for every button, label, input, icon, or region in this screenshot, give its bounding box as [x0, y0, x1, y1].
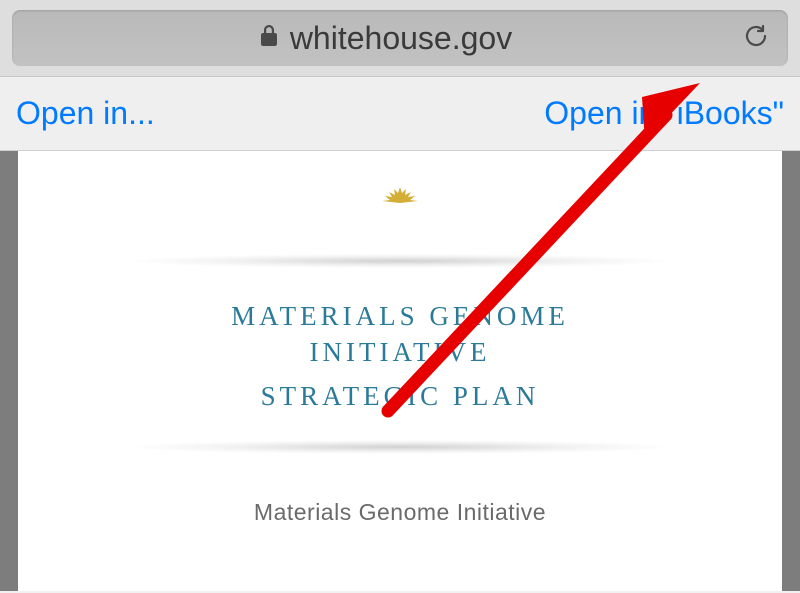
url-display: whitehouse.gov	[30, 20, 742, 57]
document-subtitle: Materials Genome Initiative	[18, 499, 782, 526]
url-bar[interactable]: whitehouse.gov	[12, 10, 788, 66]
browser-top-bar: whitehouse.gov	[0, 0, 800, 77]
document-page: MATERIALS GENOME INITIATIVE STRATEGIC PL…	[18, 151, 782, 591]
document-title: MATERIALS GENOME INITIATIVE STRATEGIC PL…	[18, 298, 782, 412]
title-line-3: STRATEGIC PLAN	[18, 381, 782, 412]
crest-icon	[18, 181, 782, 214]
title-line-1: MATERIALS GENOME	[231, 301, 569, 331]
divider-shadow-bottom	[130, 440, 670, 454]
title-line-2: INITIATIVE	[310, 337, 491, 367]
url-text: whitehouse.gov	[290, 20, 512, 57]
reload-icon[interactable]	[742, 22, 770, 55]
pdf-action-bar: Open in... Open in "iBooks"	[0, 77, 800, 151]
lock-icon	[260, 25, 278, 52]
divider-shadow-top	[130, 254, 670, 268]
open-in-ibooks-button[interactable]: Open in "iBooks"	[544, 95, 784, 132]
open-in-button[interactable]: Open in...	[16, 95, 155, 132]
document-viewport[interactable]: MATERIALS GENOME INITIATIVE STRATEGIC PL…	[0, 151, 800, 591]
